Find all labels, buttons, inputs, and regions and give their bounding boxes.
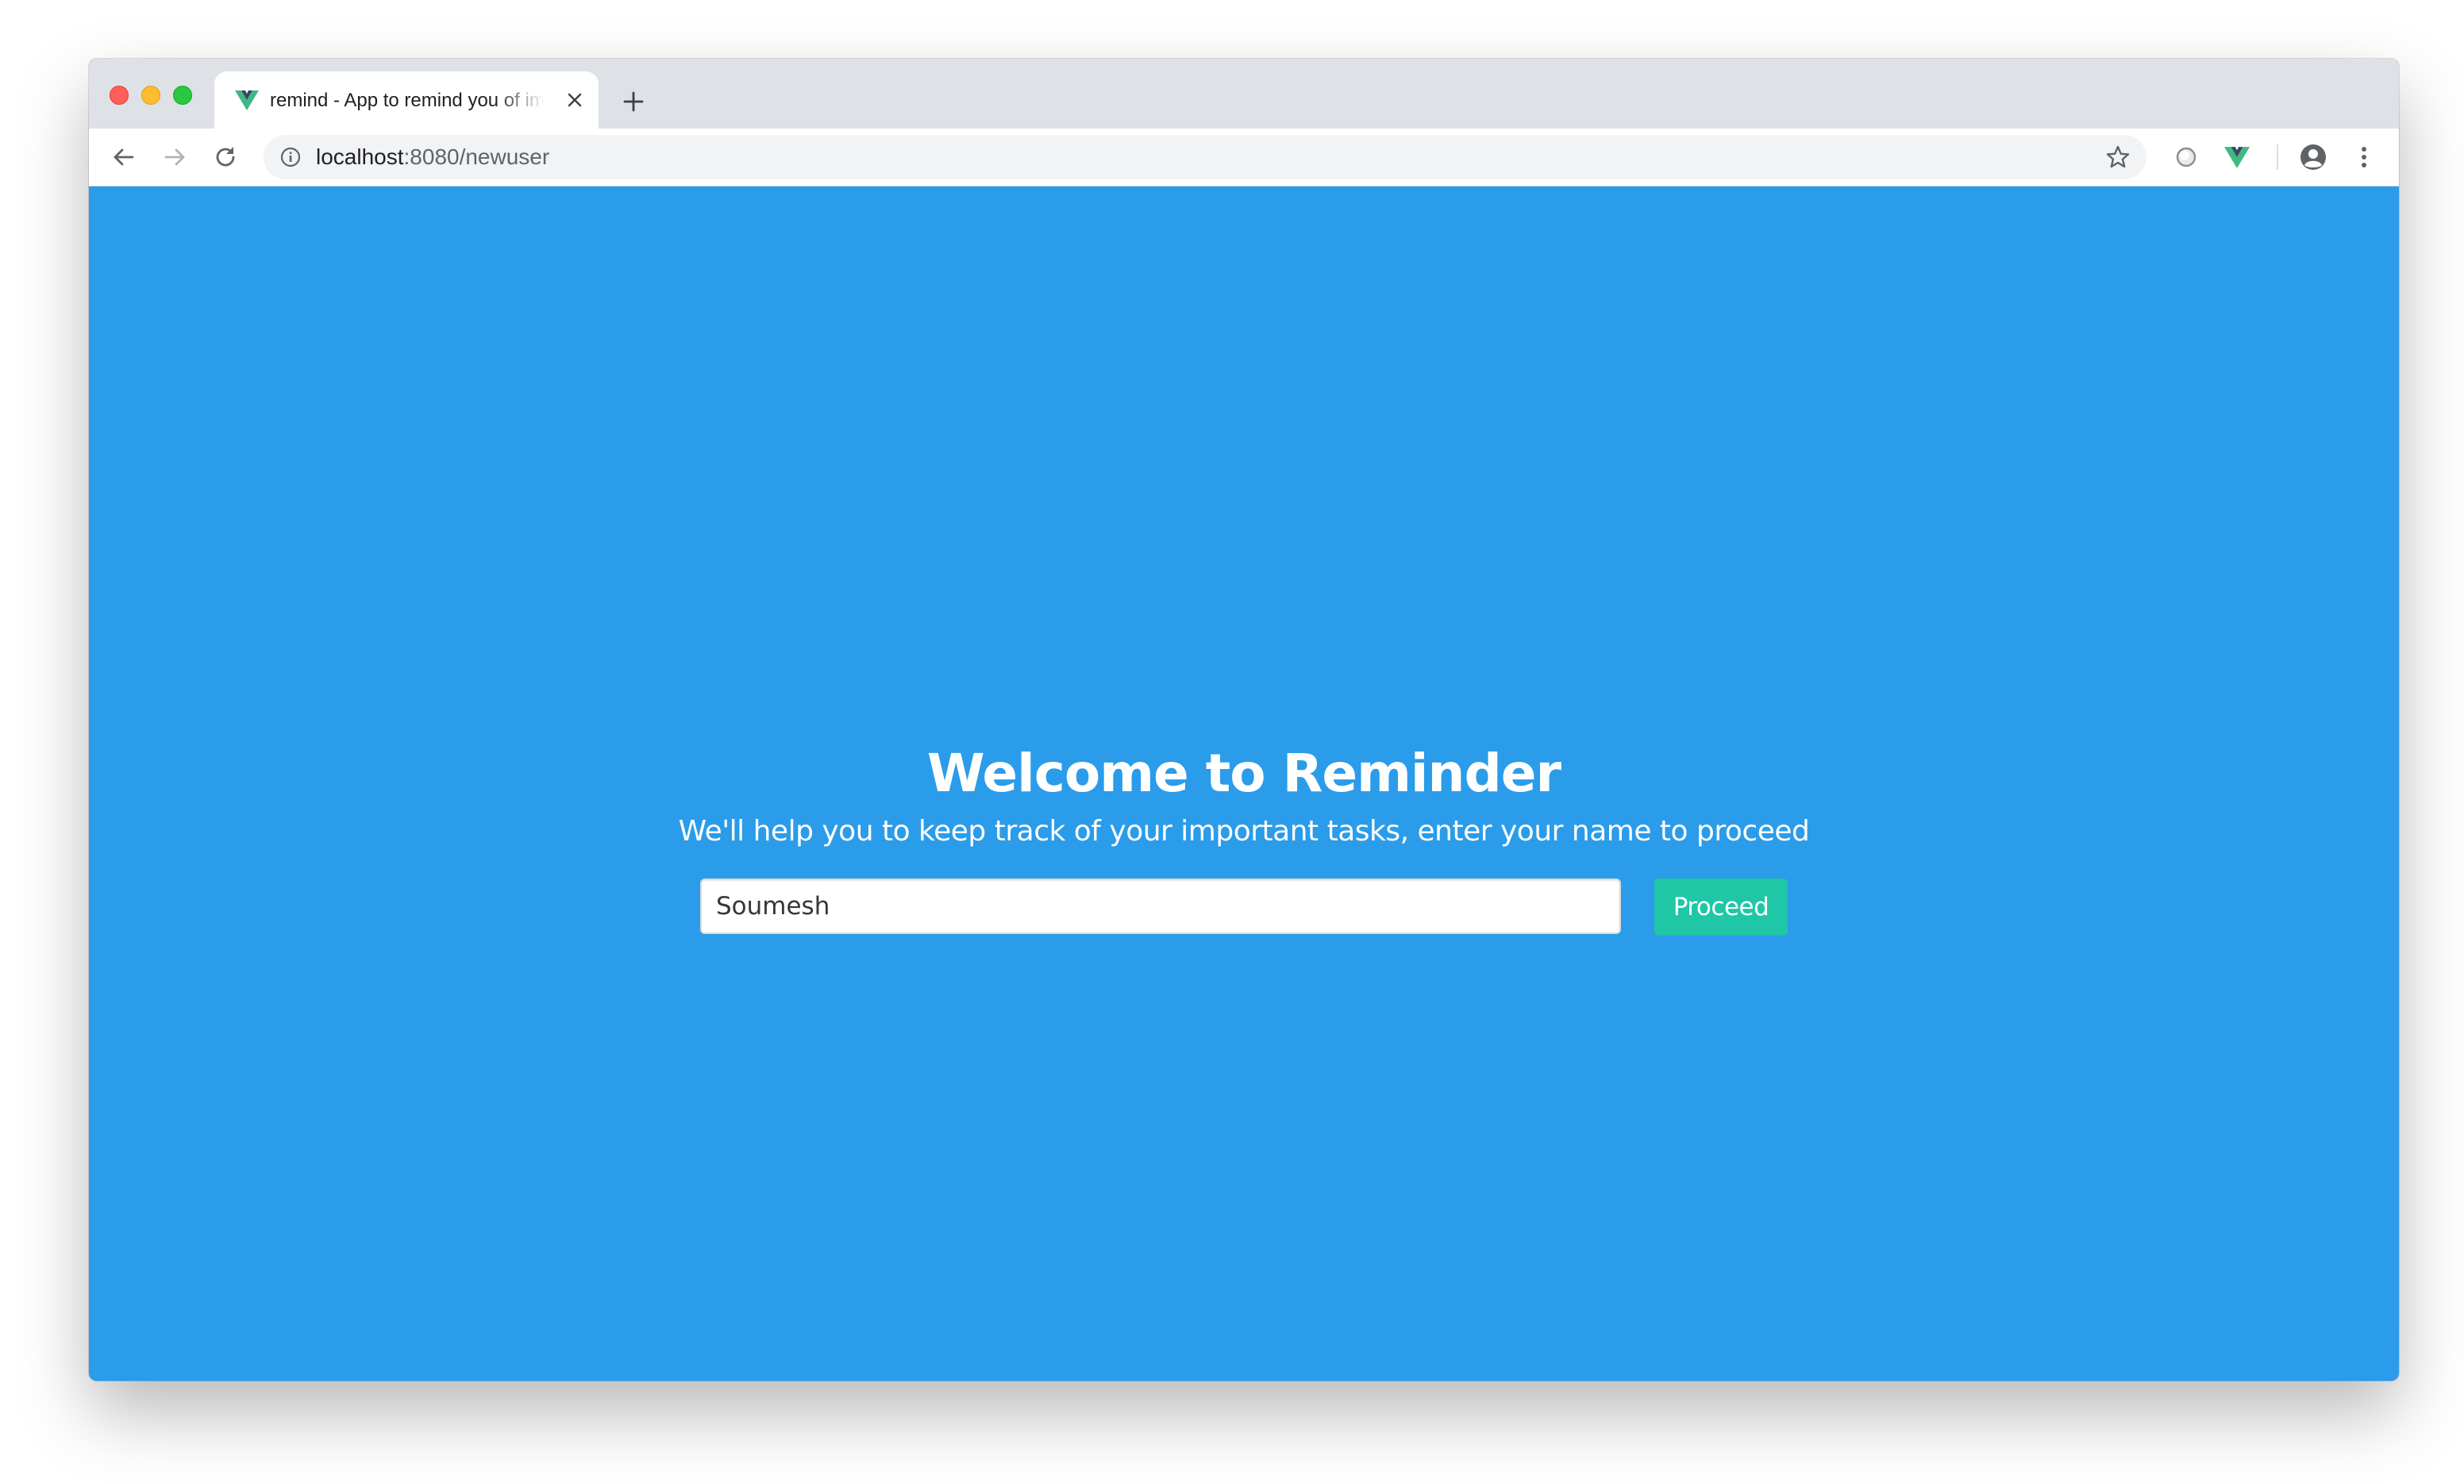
reload-icon <box>216 147 235 167</box>
kebab-menu-icon[interactable] <box>2347 140 2381 175</box>
url-text: localhost:8080/newuser <box>316 144 549 170</box>
toolbar-divider <box>2277 144 2278 170</box>
vue-logo-icon <box>2223 147 2250 168</box>
info-icon[interactable] <box>279 146 302 168</box>
url-host: localhost <box>316 144 404 169</box>
profile-button[interactable] <box>2296 140 2331 175</box>
tab-strip: remind - App to remind you of important … <box>89 59 2399 129</box>
reload-button[interactable] <box>208 140 243 175</box>
page-content: Welcome to Reminder We'll help you to ke… <box>89 186 2399 1381</box>
proceed-button[interactable]: Proceed <box>1654 878 1788 936</box>
new-tab-button[interactable] <box>618 86 649 117</box>
close-tab-icon[interactable] <box>564 89 586 111</box>
page-subtitle: We'll help you to keep track of your imp… <box>678 815 1810 848</box>
star-icon[interactable] <box>2105 144 2131 170</box>
browser-toolbar: localhost:8080/newuser <box>89 129 2399 186</box>
url-path: :8080/newuser <box>403 144 550 169</box>
page-title: Welcome to Reminder <box>926 743 1561 804</box>
vue-devtools-button[interactable] <box>2220 140 2254 175</box>
forward-button[interactable] <box>157 140 192 175</box>
extension-circle-icon[interactable] <box>2169 140 2204 175</box>
close-window-button[interactable] <box>110 86 129 105</box>
arrow-left-icon <box>114 148 134 166</box>
browser-window: remind - App to remind you of important … <box>89 59 2399 1381</box>
maximize-window-button[interactable] <box>173 86 192 105</box>
vue-logo-icon <box>235 89 259 111</box>
name-input[interactable] <box>700 878 1621 934</box>
tab-title: remind - App to remind you of important … <box>270 90 545 111</box>
account-circle-icon <box>2300 144 2326 170</box>
minimize-window-button[interactable] <box>141 86 160 105</box>
address-bar[interactable]: localhost:8080/newuser <box>264 135 2146 179</box>
arrow-right-icon <box>164 148 185 166</box>
browser-tab[interactable]: remind - App to remind you of important … <box>214 71 599 129</box>
back-button[interactable] <box>106 140 141 175</box>
